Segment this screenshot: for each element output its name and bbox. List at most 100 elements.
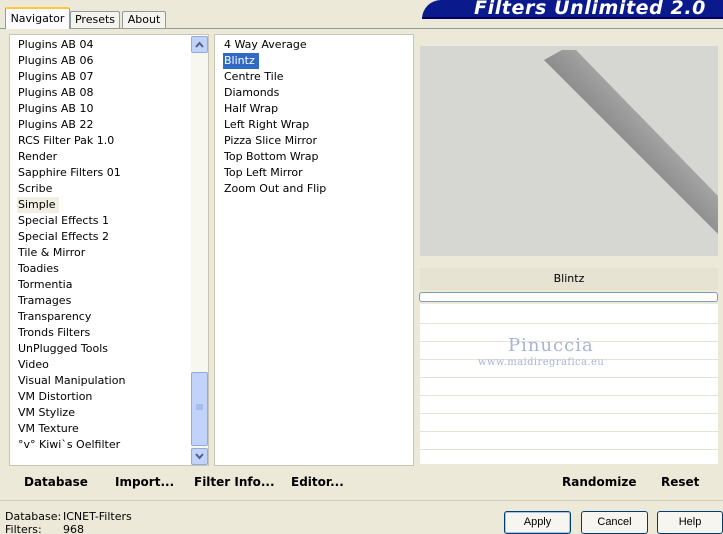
filter-item[interactable]: Diamonds <box>223 86 280 99</box>
parameter-area <box>420 304 718 464</box>
filter-item-row[interactable]: Pizza Slice Mirror <box>223 133 327 149</box>
category-item[interactable]: Tile & Mirror <box>17 246 86 259</box>
category-item[interactable]: Plugins AB 22 <box>17 118 94 131</box>
category-item-row[interactable]: UnPlugged Tools <box>17 341 126 357</box>
filter-item-row[interactable]: 4 Way Average <box>223 37 327 53</box>
category-item-row[interactable]: Render <box>17 149 126 165</box>
tab-navigator[interactable]: Navigator <box>5 7 70 29</box>
filter-item-row[interactable]: Left Right Wrap <box>223 117 327 133</box>
filter-item[interactable]: Half Wrap <box>223 102 279 115</box>
filter-info-button[interactable]: Filter Info... <box>194 475 275 489</box>
filter-listbox[interactable]: 4 Way Average Blintz Centre Tile Diamonds Ha… <box>214 34 414 466</box>
category-item-row[interactable]: Tormentia <box>17 277 126 293</box>
filter-item[interactable]: Centre Tile <box>223 70 285 83</box>
filter-item[interactable]: Blintz <box>223 53 259 69</box>
status-area: Database: ICNET-Filters Filters: 968 <box>5 510 132 534</box>
tab-about[interactable]: About <box>122 11 166 28</box>
category-item-row[interactable]: Tramages <box>17 293 126 309</box>
category-item[interactable]: Plugins AB 08 <box>17 86 94 99</box>
category-item[interactable]: VM Distortion <box>17 390 93 403</box>
filter-item-row[interactable]: Top Bottom Wrap <box>223 149 327 165</box>
category-item-row[interactable]: Video <box>17 357 126 373</box>
category-item-row[interactable]: Toadies <box>17 261 126 277</box>
category-item[interactable]: Plugins AB 07 <box>17 70 94 83</box>
category-item[interactable]: °v° Kiwi`s Oelfilter <box>17 438 121 451</box>
category-item-row[interactable]: °v° Kiwi`s Oelfilter <box>17 437 126 453</box>
category-item[interactable]: Simple <box>17 197 59 213</box>
category-item[interactable]: Visual Manipulation <box>17 374 126 387</box>
tab-presets[interactable]: Presets <box>70 11 120 28</box>
watermark-url: www.maidiregrafica.eu <box>478 357 605 368</box>
category-item-row[interactable]: RCS Filter Pak 1.0 <box>17 133 126 149</box>
filter-item[interactable]: Pizza Slice Mirror <box>223 134 318 147</box>
filter-item[interactable]: Top Bottom Wrap <box>223 150 320 163</box>
reset-button[interactable]: Reset <box>661 475 699 489</box>
category-item[interactable]: Video <box>17 358 50 371</box>
filter-item-row[interactable]: Half Wrap <box>223 101 327 117</box>
cancel-button[interactable]: Cancel <box>581 511 648 534</box>
import-button[interactable]: Import... <box>115 475 174 489</box>
filter-item-row[interactable]: Diamonds <box>223 85 327 101</box>
category-item[interactable]: VM Stylize <box>17 406 76 419</box>
category-list: Plugins AB 04 Plugins AB 06 Plugins AB 07 P… <box>17 37 126 453</box>
category-item-row[interactable]: VM Texture <box>17 421 126 437</box>
filter-item-row[interactable]: Top Left Mirror <box>223 165 327 181</box>
filter-item-row[interactable]: Centre Tile <box>223 69 327 85</box>
category-item[interactable]: Scribe <box>17 182 53 195</box>
category-item[interactable]: Special Effects 1 <box>17 214 110 227</box>
grip-icon <box>196 404 203 410</box>
param-row-divider <box>420 431 718 432</box>
scroll-down-button[interactable] <box>191 448 208 465</box>
category-item[interactable]: Plugins AB 06 <box>17 54 94 67</box>
tab-divider <box>0 28 723 29</box>
category-item[interactable]: Tramages <box>17 294 72 307</box>
filter-item-row[interactable]: Blintz <box>223 53 327 69</box>
category-item-row[interactable]: Simple <box>17 197 126 213</box>
category-item-row[interactable]: Visual Manipulation <box>17 373 126 389</box>
category-item[interactable]: Plugins AB 04 <box>17 38 94 51</box>
category-item[interactable]: Render <box>17 150 58 163</box>
category-item[interactable]: Toadies <box>17 262 60 275</box>
filter-item[interactable]: Top Left Mirror <box>223 166 304 179</box>
category-item-row[interactable]: Plugins AB 07 <box>17 69 126 85</box>
category-item-row[interactable]: Special Effects 2 <box>17 229 126 245</box>
category-item[interactable]: UnPlugged Tools <box>17 342 109 355</box>
filter-item[interactable]: 4 Way Average <box>223 38 308 51</box>
category-item-row[interactable]: Plugins AB 10 <box>17 101 126 117</box>
scroll-thumb[interactable] <box>191 372 208 446</box>
category-item-row[interactable]: Transparency <box>17 309 126 325</box>
category-item-row[interactable]: Scribe <box>17 181 126 197</box>
category-item-row[interactable]: Tile & Mirror <box>17 245 126 261</box>
category-item-row[interactable]: Plugins AB 22 <box>17 117 126 133</box>
category-item[interactable]: VM Texture <box>17 422 80 435</box>
database-button[interactable]: Database <box>24 475 88 489</box>
filter-item[interactable]: Zoom Out and Flip <box>223 182 327 195</box>
category-item-row[interactable]: Plugins AB 06 <box>17 53 126 69</box>
category-item-row[interactable]: Sapphire Filters 01 <box>17 165 126 181</box>
category-item[interactable]: Special Effects 2 <box>17 230 110 243</box>
category-item-row[interactable]: Plugins AB 08 <box>17 85 126 101</box>
editor-button[interactable]: Editor... <box>291 475 344 489</box>
category-item-row[interactable]: Special Effects 1 <box>17 213 126 229</box>
category-item[interactable]: Tronds Filters <box>17 326 91 339</box>
apply-button[interactable]: Apply <box>504 511 571 534</box>
category-item[interactable]: Plugins AB 10 <box>17 102 94 115</box>
category-item-row[interactable]: VM Distortion <box>17 389 126 405</box>
filter-item-row[interactable]: Zoom Out and Flip <box>223 181 327 197</box>
category-item[interactable]: RCS Filter Pak 1.0 <box>17 134 115 147</box>
category-listbox[interactable]: Plugins AB 04 Plugins AB 06 Plugins AB 07 P… <box>9 34 209 466</box>
help-button[interactable]: Help <box>657 511 723 534</box>
category-item[interactable]: Sapphire Filters 01 <box>17 166 122 179</box>
chevron-up-icon <box>195 41 204 48</box>
category-item[interactable]: Transparency <box>17 310 92 323</box>
filter-item[interactable]: Left Right Wrap <box>223 118 310 131</box>
category-scrollbar[interactable] <box>191 36 208 465</box>
category-item[interactable]: Tormentia <box>17 278 73 291</box>
category-item-row[interactable]: Tronds Filters <box>17 325 126 341</box>
category-item-row[interactable]: Plugins AB 04 <box>17 37 126 53</box>
right-action-bar: Randomize Reset <box>420 466 718 494</box>
category-item-row[interactable]: VM Stylize <box>17 405 126 421</box>
app-title: Filters Unlimited 2.0 <box>474 0 706 19</box>
randomize-button[interactable]: Randomize <box>562 475 636 489</box>
scroll-up-button[interactable] <box>191 36 208 53</box>
